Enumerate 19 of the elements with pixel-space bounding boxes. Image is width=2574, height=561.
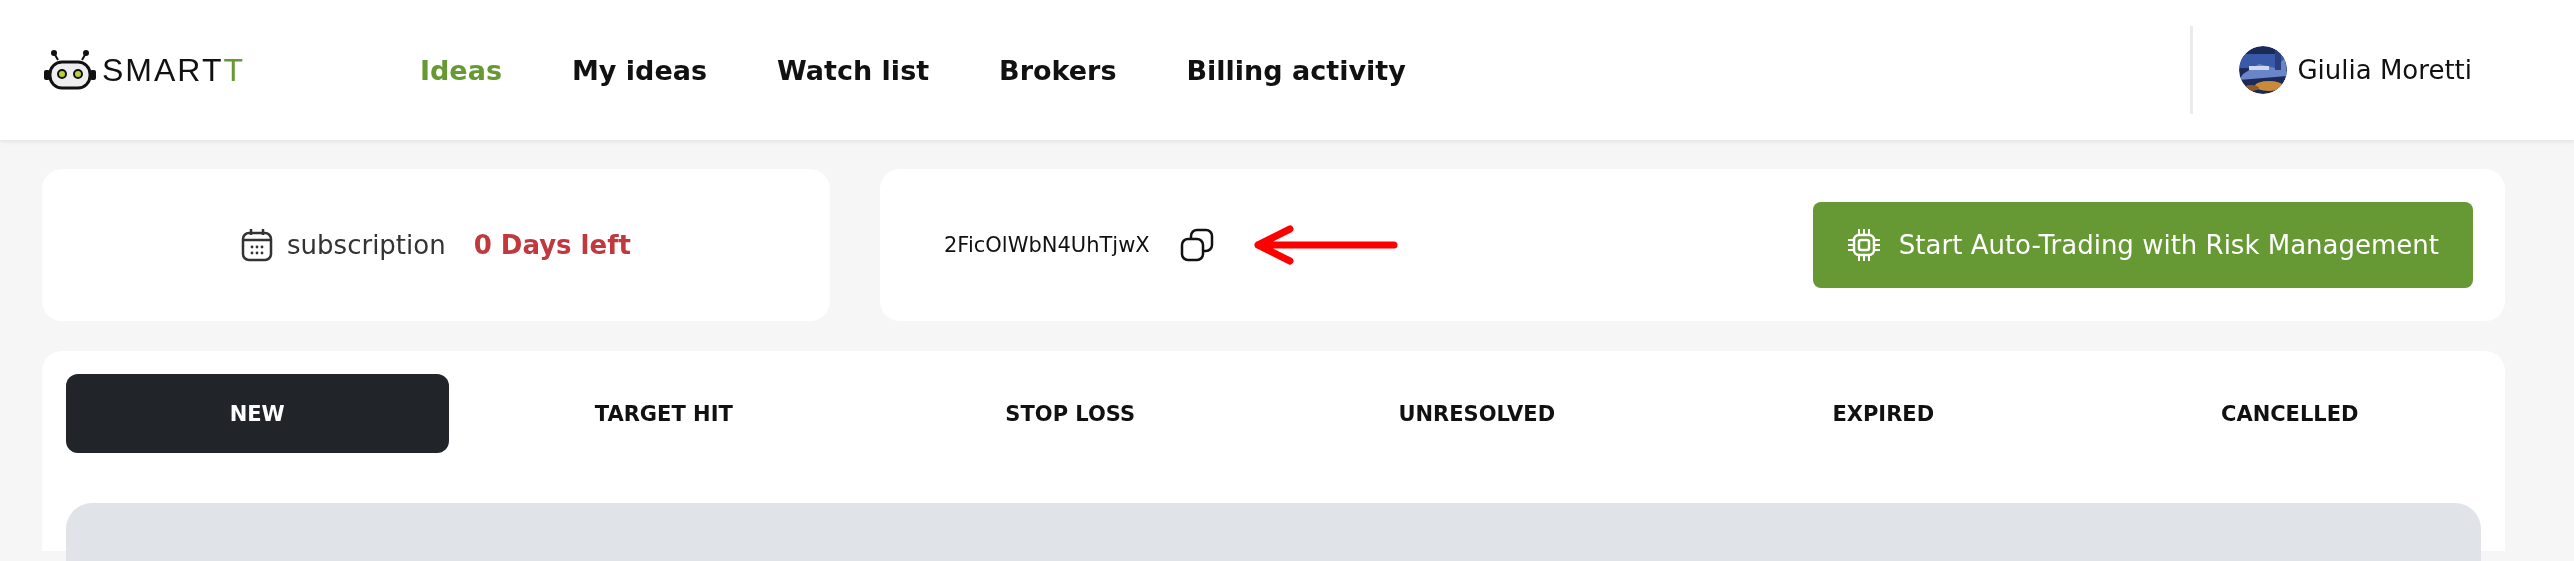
subscription-label: subscription bbox=[287, 230, 446, 260]
status-tab[interactable]: STOP LOSS bbox=[879, 374, 1262, 453]
robot-icon bbox=[42, 50, 98, 90]
nav-link[interactable]: Watch list bbox=[777, 54, 930, 86]
status-tab[interactable]: UNRESOLVED bbox=[1285, 374, 1668, 453]
nav-link[interactable]: My ideas bbox=[572, 54, 708, 86]
status-tab[interactable]: CANCELLED bbox=[2098, 374, 2481, 453]
chip-icon bbox=[1846, 228, 1881, 262]
nav-link[interactable]: Billing activity bbox=[1186, 54, 1406, 86]
nav-link[interactable]: Brokers bbox=[999, 54, 1117, 86]
days-left: 0 Days left bbox=[473, 230, 631, 260]
calendar-icon bbox=[241, 228, 274, 262]
logo-text: SMARTT bbox=[102, 51, 245, 89]
status-tab[interactable]: NEW bbox=[66, 374, 449, 453]
key-text: 2FicOlWbN4UhTjwX bbox=[944, 233, 1150, 257]
user-name[interactable]: Giulia Moretti bbox=[2297, 55, 2472, 85]
status-tab[interactable]: TARGET HIT bbox=[472, 374, 855, 453]
copy-icon[interactable] bbox=[1179, 228, 1214, 262]
status-tab[interactable]: EXPIRED bbox=[1692, 374, 2075, 453]
